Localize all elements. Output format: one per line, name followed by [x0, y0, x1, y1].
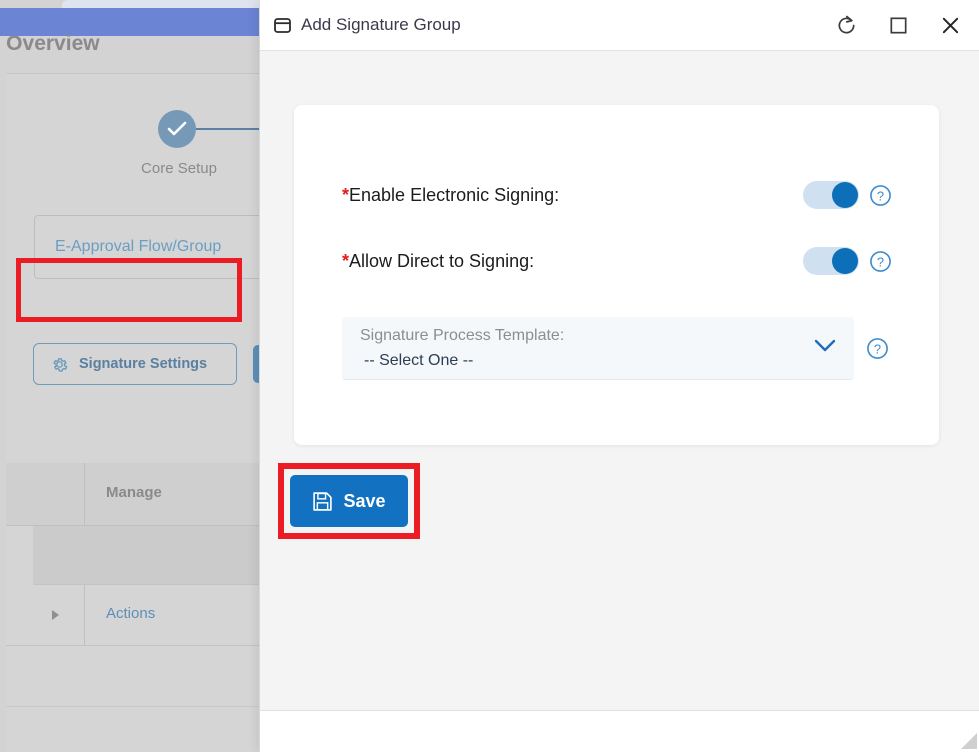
table-row-expander-cell[interactable]	[6, 585, 85, 645]
step-label-core-setup: Core Setup	[141, 160, 217, 177]
dialog-title: Add Signature Group	[301, 15, 461, 34]
eapproval-card-label: E-Approval Flow/Group	[55, 238, 222, 255]
background-application-page: ate Overview Core Setup E-Approval Flow/…	[0, 0, 290, 752]
resize-grip-icon[interactable]	[961, 733, 977, 749]
toggle-enable-electronic-signing[interactable]	[803, 181, 859, 209]
field-enable-electronic-signing: *Enable Electronic Signing: ?	[342, 175, 892, 215]
svg-text:?: ?	[874, 341, 881, 356]
refresh-button[interactable]	[824, 5, 868, 45]
field-label: *Enable Electronic Signing:	[342, 185, 559, 206]
dialog-body: *Enable Electronic Signing: ? *Allow Dir…	[260, 51, 979, 710]
select-selected-value: -- Select One --	[364, 352, 474, 369]
dialog-titlebar[interactable]: Add Signature Group	[260, 0, 979, 51]
close-icon	[942, 17, 958, 33]
data-table: Manage Actions	[6, 463, 268, 752]
table-header-expander-cell	[6, 463, 85, 525]
signature-settings-button[interactable]: Signature Settings	[33, 343, 237, 385]
field-allow-direct-to-signing: *Allow Direct to Signing: ?	[342, 241, 892, 281]
field-label: *Allow Direct to Signing:	[342, 251, 534, 272]
signature-settings-annotation	[16, 258, 242, 322]
required-asterisk: *	[342, 184, 350, 205]
add-signature-group-dialog: Add Signature Group *Enable Electronic S…	[259, 0, 979, 752]
select-floating-label: Signature Process Template:	[360, 327, 565, 344]
help-icon[interactable]: ?	[866, 337, 889, 360]
svg-text:?: ?	[877, 188, 884, 203]
step-indicator: Core Setup	[6, 110, 276, 190]
signature-process-template-select[interactable]: Signature Process Template: -- Select On…	[342, 317, 854, 380]
help-icon[interactable]: ?	[869, 184, 892, 207]
field-label-text: Enable Electronic Signing:	[349, 184, 560, 205]
screen: ate Overview Core Setup E-Approval Flow/…	[0, 0, 979, 752]
page-content: Core Setup E-Approval Flow/Group Signatu…	[6, 73, 284, 752]
signature-settings-form-card: *Enable Electronic Signing: ? *Allow Dir…	[294, 105, 939, 445]
table-empty-row	[6, 707, 268, 752]
maximize-button[interactable]	[876, 5, 920, 45]
help-icon[interactable]: ?	[869, 250, 892, 273]
signature-settings-label: Signature Settings	[79, 356, 208, 372]
field-control: ?	[803, 181, 892, 209]
toggle-knob	[832, 182, 858, 208]
window-controls	[824, 0, 972, 50]
table-row-actions-link[interactable]: Actions	[106, 605, 155, 622]
field-signature-process-template: Signature Process Template: -- Select On…	[342, 317, 892, 380]
caret-right-icon[interactable]	[52, 610, 59, 620]
toggle-knob	[832, 248, 858, 274]
save-button-annotation	[278, 463, 420, 539]
table-row[interactable]: Actions	[6, 585, 268, 646]
table-header-manage: Manage	[106, 484, 162, 501]
dialog-footer	[260, 710, 979, 752]
chevron-down-icon[interactable]	[814, 339, 836, 358]
close-button[interactable]	[928, 5, 972, 45]
svg-text:?: ?	[877, 254, 884, 269]
refresh-icon	[838, 15, 855, 34]
field-control: ?	[803, 247, 892, 275]
page-title: ate Overview	[0, 32, 100, 55]
maximize-icon	[889, 16, 907, 34]
field-label-text: Allow Direct to Signing:	[349, 250, 535, 271]
window-icon	[274, 17, 291, 33]
table-empty-row	[6, 646, 268, 707]
table-header-row: Manage	[6, 463, 268, 526]
required-asterisk: *	[342, 250, 350, 271]
gear-icon	[53, 357, 68, 372]
toggle-allow-direct-to-signing[interactable]	[803, 247, 859, 275]
check-icon	[167, 121, 187, 136]
table-subrow	[33, 526, 268, 585]
step-complete-circle[interactable]	[158, 110, 196, 148]
